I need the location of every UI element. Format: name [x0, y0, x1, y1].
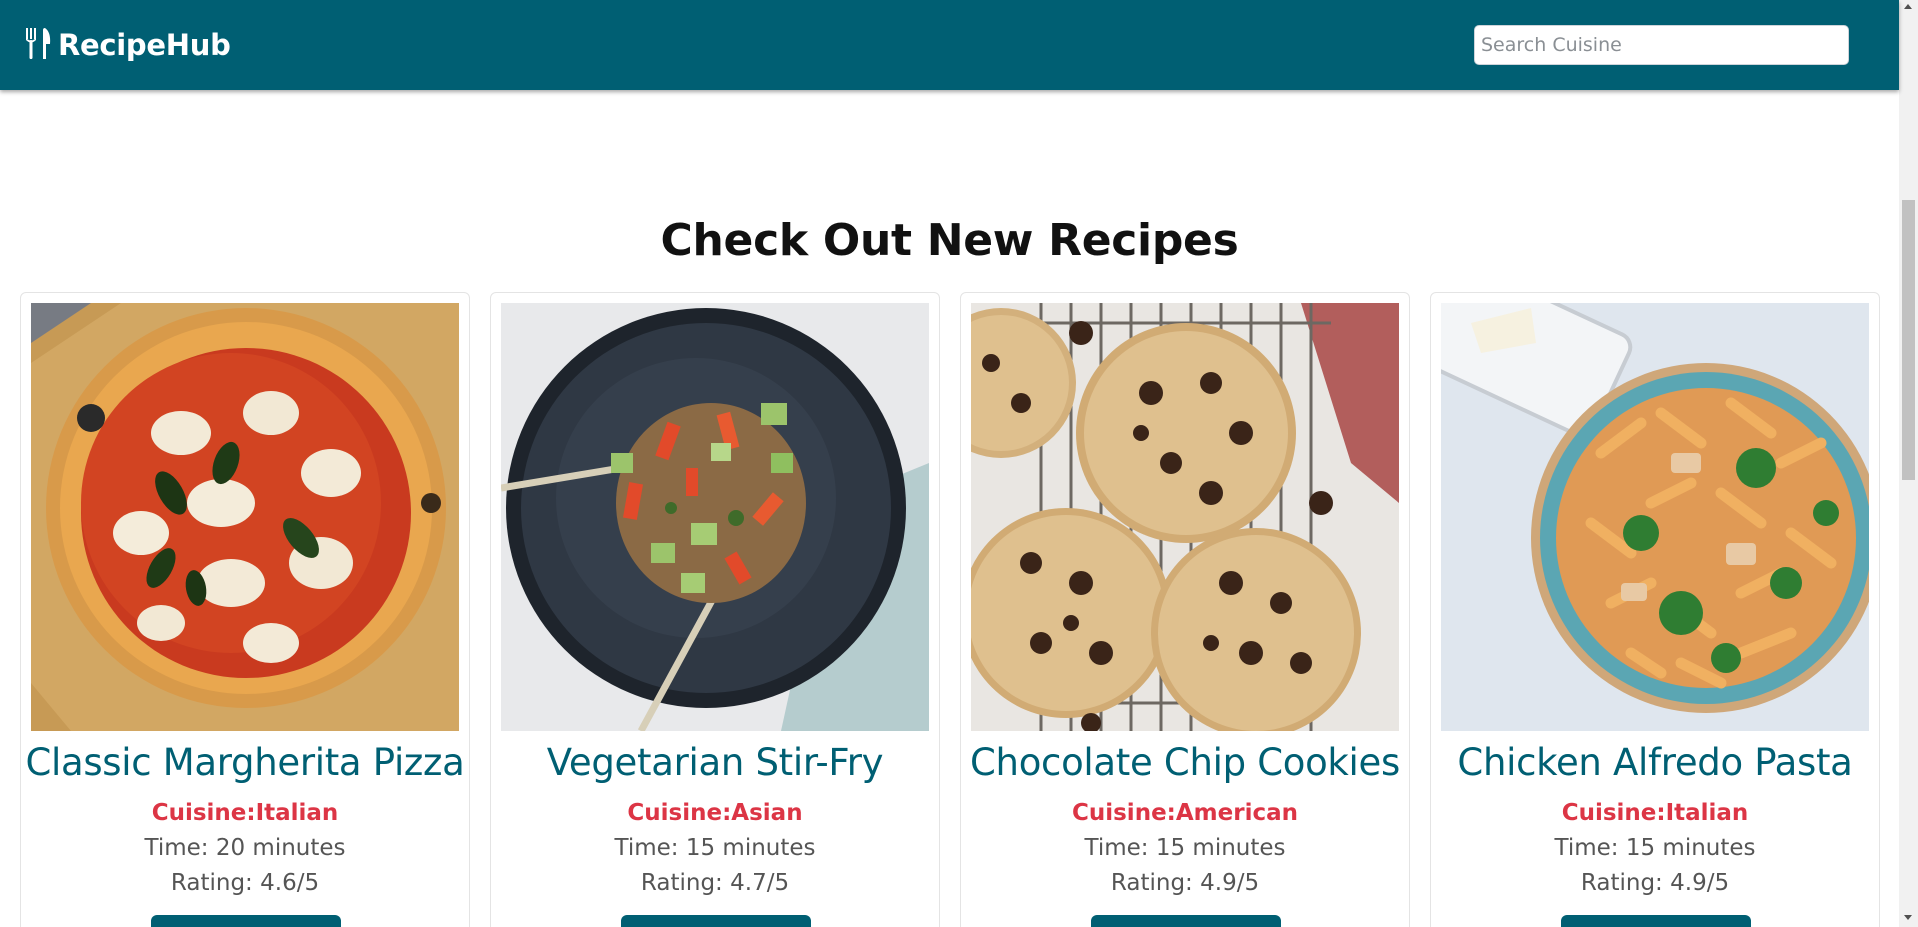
scroll-thumb[interactable]: [1902, 200, 1915, 480]
pizza-photo[interactable]: [31, 303, 459, 731]
view-recipe-button[interactable]: [1091, 915, 1281, 927]
recipe-title: Chocolate Chip Cookies: [970, 741, 1400, 784]
recipe-card-chicken-alfredo-pasta: Chicken Alfredo Pasta Cuisine:Italian Ti…: [1430, 292, 1880, 927]
view-recipe-button[interactable]: [1561, 915, 1751, 927]
view-recipe-button[interactable]: [151, 915, 341, 927]
recipe-card-chocolate-chip-cookies: Chocolate Chip Cookies Cuisine:American …: [960, 292, 1410, 927]
brand-logo[interactable]: RecipeHub: [24, 26, 231, 64]
recipe-time: Time: 20 minutes: [144, 835, 346, 861]
scroll-down-arrow-icon[interactable]: [1904, 915, 1912, 920]
page-scrollbar[interactable]: [1899, 0, 1918, 927]
cookies-photo[interactable]: [971, 303, 1399, 731]
recipe-rating: Rating: 4.6/5: [170, 870, 320, 896]
recipe-card-margherita-pizza: Classic Margherita Pizza Cuisine:Italian…: [20, 292, 470, 927]
recipe-title: Vegetarian Stir-Fry: [546, 741, 884, 784]
recipe-cuisine: Cuisine:Italian: [1561, 800, 1749, 826]
recipe-rating: Rating: 4.9/5: [1110, 870, 1260, 896]
recipe-time: Time: 15 minutes: [1084, 835, 1286, 861]
pasta-photo[interactable]: [1441, 303, 1869, 731]
brand-name: RecipeHub: [58, 28, 231, 62]
recipe-cuisine: Cuisine:Italian: [151, 800, 339, 826]
view-recipe-button[interactable]: [621, 915, 811, 927]
stir-fry-photo[interactable]: [501, 303, 929, 731]
navbar: RecipeHub: [0, 0, 1899, 90]
recipe-title: Classic Margherita Pizza: [25, 741, 465, 784]
recipe-card-vegetarian-stir-fry: Vegetarian Stir-Fry Cuisine:Asian Time: …: [490, 292, 940, 927]
recipe-time: Time: 15 minutes: [1554, 835, 1756, 861]
recipe-rating: Rating: 4.9/5: [1580, 870, 1730, 896]
recipe-time: Time: 15 minutes: [614, 835, 816, 861]
recipe-cuisine: Cuisine:American: [1071, 800, 1298, 826]
search-input[interactable]: [1474, 25, 1849, 65]
scroll-up-arrow-icon[interactable]: [1904, 4, 1912, 9]
section-title: Check Out New Recipes: [660, 215, 1239, 266]
recipe-title: Chicken Alfredo Pasta: [1457, 741, 1853, 784]
utensils-icon: [24, 26, 54, 64]
recipe-cuisine: Cuisine:Asian: [627, 800, 803, 826]
recipe-rating: Rating: 4.7/5: [640, 870, 790, 896]
